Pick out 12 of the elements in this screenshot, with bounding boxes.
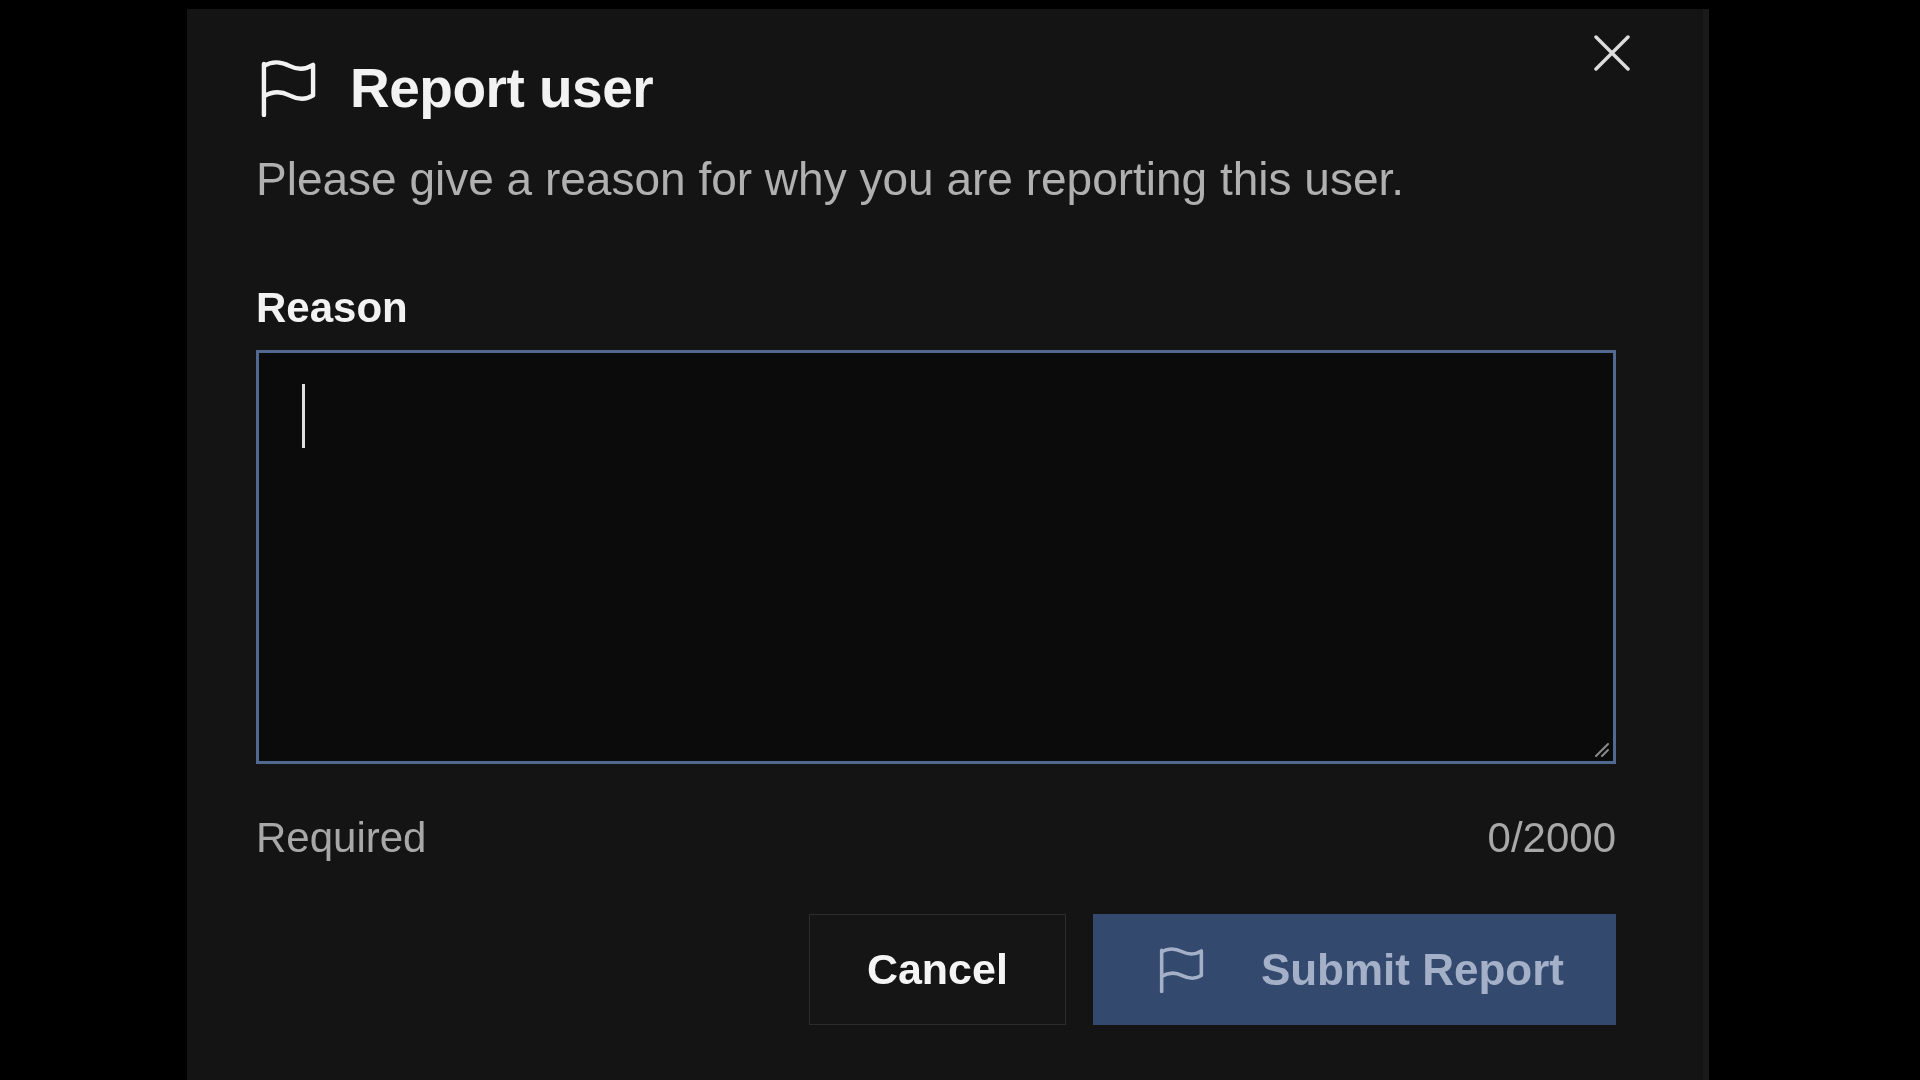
dialog-title: Report user (350, 60, 654, 117)
cancel-button[interactable]: Cancel (808, 914, 1066, 1025)
reason-field[interactable] (256, 350, 1616, 764)
close-icon (1594, 35, 1630, 71)
dialog-description: Please give a reason for why you are reporting this user. (256, 152, 1406, 207)
field-label: Reason (256, 283, 409, 333)
close-button[interactable] (1594, 35, 1630, 71)
resize-grip-icon (1595, 743, 1609, 757)
character-counter: 0/2000 (1487, 813, 1616, 863)
text-cursor (302, 384, 305, 448)
required-hint: Required (256, 813, 427, 863)
flag-icon (260, 60, 317, 117)
